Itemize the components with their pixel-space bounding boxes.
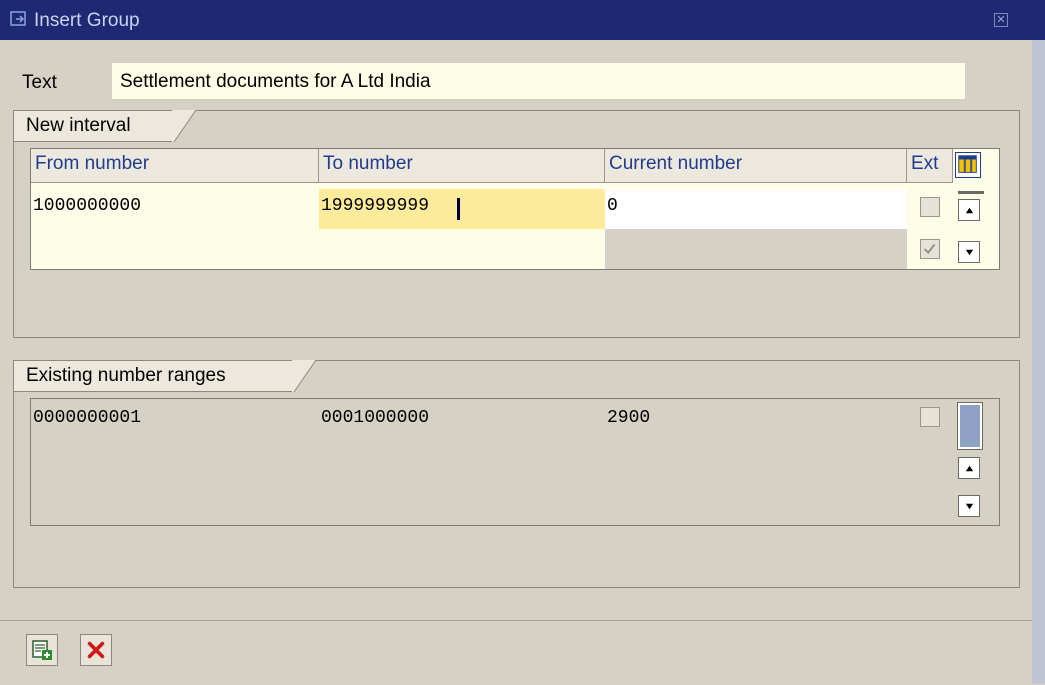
text-input[interactable]: Settlement documents for A Ltd India (112, 63, 965, 99)
scroll-down-button[interactable] (958, 495, 980, 517)
existing-from-number: 0000000001 (33, 408, 142, 428)
existing-ranges-table: 0000000001 0001000000 2900 (30, 398, 1000, 526)
existing-ranges-group: Existing number ranges 0000000001 000100… (13, 360, 1020, 588)
table-row-empty (605, 229, 907, 269)
cancel-icon (87, 641, 105, 659)
ext-checkbox[interactable] (920, 197, 940, 217)
existing-ext-checkbox (920, 407, 940, 427)
existing-ranges-label: Existing number ranges (26, 365, 226, 386)
cancel-button[interactable] (80, 634, 112, 666)
text-cursor (457, 198, 460, 220)
new-interval-table: From number To number Current number Ext… (30, 148, 1000, 270)
window-icon (10, 11, 26, 26)
new-interval-group: New interval From number To number Curre… (13, 110, 1020, 338)
text-label: Text (22, 72, 57, 93)
title-bar: Insert Group ✕ (0, 0, 1045, 40)
scroll-up-button[interactable] (958, 457, 980, 479)
tab-slant (172, 110, 196, 142)
arrow-up-icon (965, 207, 973, 213)
close-icon[interactable]: ✕ (994, 13, 1008, 27)
bottom-toolbar (0, 620, 1032, 685)
to-number-field[interactable]: 1999999999 (319, 189, 605, 229)
column-to-number[interactable]: To number (319, 149, 605, 183)
tab-slant (292, 360, 316, 392)
column-settings-icon[interactable] (955, 152, 981, 178)
arrow-down-icon (965, 249, 973, 255)
column-current-number[interactable]: Current number (605, 149, 907, 183)
new-interval-title: New interval (13, 110, 173, 142)
insert-button[interactable] (26, 634, 58, 666)
arrow-up-icon (965, 465, 973, 471)
current-number-field[interactable]: 0 (605, 189, 907, 229)
column-from-number[interactable]: From number (31, 149, 319, 183)
window-title: Insert Group (34, 10, 140, 31)
scroll-track-line (958, 191, 984, 194)
insert-icon (32, 640, 52, 660)
existing-to-number: 0001000000 (321, 408, 430, 428)
column-ext[interactable]: Ext (907, 149, 953, 183)
scroll-down-button[interactable] (958, 241, 980, 263)
ext-checkbox-checked[interactable] (920, 239, 940, 259)
existing-ranges-title: Existing number ranges (13, 360, 293, 392)
arrow-down-icon (965, 503, 973, 509)
window-border (1032, 40, 1045, 684)
from-number-field[interactable]: 1000000000 (31, 189, 319, 229)
existing-current-number: 2900 (607, 408, 651, 428)
scroll-up-button[interactable] (958, 199, 980, 221)
new-interval-label: New interval (26, 115, 131, 136)
scroll-thumb[interactable] (957, 402, 983, 450)
